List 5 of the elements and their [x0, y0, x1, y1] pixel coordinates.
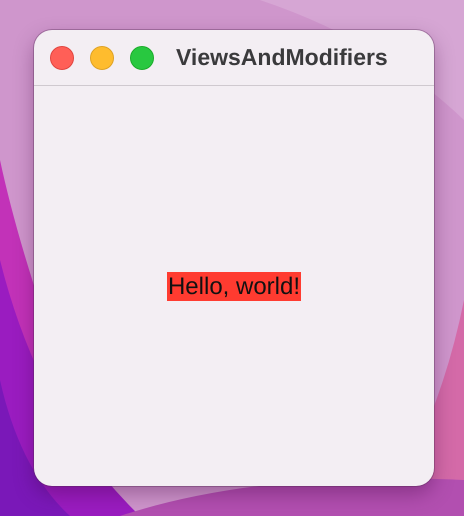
window-title: ViewsAndModifiers: [176, 43, 388, 72]
minimize-icon[interactable]: [90, 46, 114, 70]
greeting-text: Hello, world!: [166, 272, 302, 300]
maximize-icon[interactable]: [130, 46, 154, 70]
close-icon[interactable]: [50, 46, 74, 70]
